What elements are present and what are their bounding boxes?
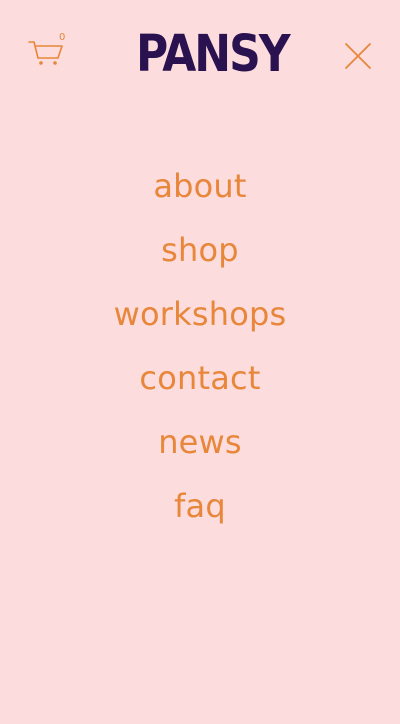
menu-item-shop: shop xyxy=(0,218,400,282)
pansy-logo[interactable]: PANSY xyxy=(136,25,291,85)
menu-link-news[interactable]: news xyxy=(158,410,242,474)
menu-item-faq: faq xyxy=(0,474,400,538)
logo-text: PANSY xyxy=(136,25,291,84)
menu-link-workshops[interactable]: workshops xyxy=(114,282,287,346)
menu-item-news: news xyxy=(0,410,400,474)
menu-link-about[interactable]: about xyxy=(153,154,246,218)
close-menu-button[interactable] xyxy=(343,41,373,71)
main-menu: about shop workshops contact news faq xyxy=(0,154,400,538)
menu-item-workshops: workshops xyxy=(0,282,400,346)
site-header: 0 PANSY xyxy=(0,0,400,110)
menu-link-contact[interactable]: contact xyxy=(139,346,260,410)
cart-button[interactable]: 0 xyxy=(28,32,68,68)
menu-item-contact: contact xyxy=(0,346,400,410)
menu-link-faq[interactable]: faq xyxy=(174,474,226,538)
menu-item-about: about xyxy=(0,154,400,218)
menu-link-shop[interactable]: shop xyxy=(161,218,239,282)
cart-count-badge: 0 xyxy=(59,32,66,43)
close-icon xyxy=(345,43,371,69)
